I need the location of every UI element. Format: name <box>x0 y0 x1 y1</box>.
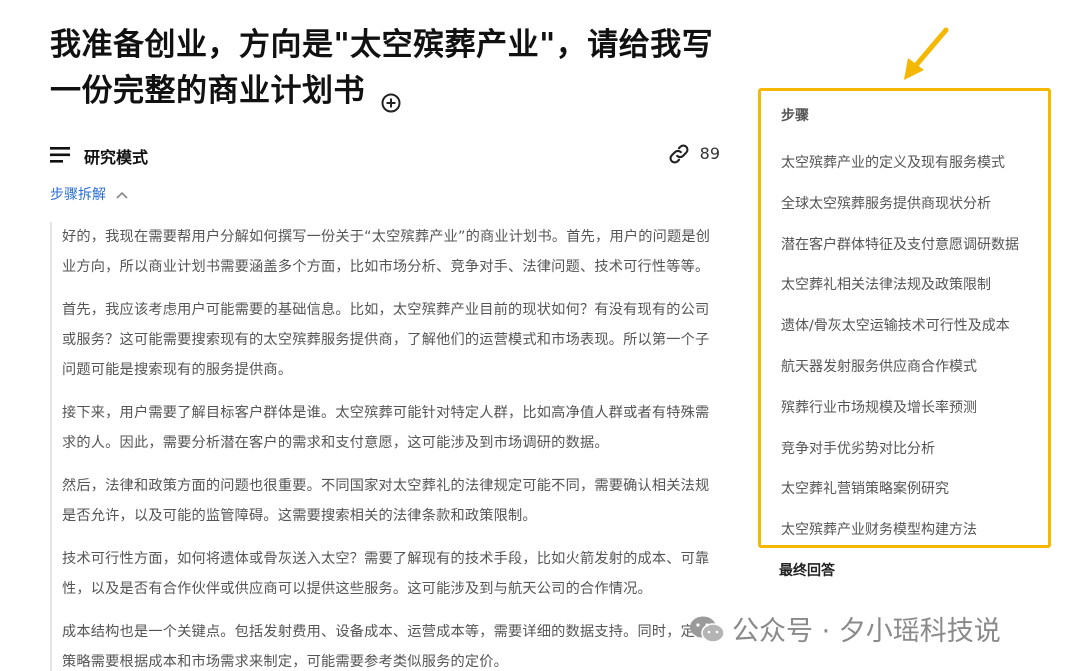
step-item[interactable]: 殡葬行业市场规模及增长率预测 <box>781 398 1019 439</box>
steps-toggle[interactable]: 步骤拆解 <box>50 184 128 204</box>
steps-panel: 步骤 太空殡葬产业的定义及现有服务模式 全球太空殡葬服务提供商现状分析 潜在客户… <box>758 88 1051 548</box>
mode-label: 研究模式 <box>84 148 149 167</box>
step-item[interactable]: 航天器发射服务供应商合作模式 <box>781 357 1019 398</box>
watermark: 公众号 · 夕小瑶科技说 <box>688 609 1001 647</box>
steps-list: 太空殡葬产业的定义及现有服务模式 全球太空殡葬服务提供商现状分析 潜在客户群体特… <box>781 153 1019 561</box>
step-item[interactable]: 太空殡葬产业财务模型构建方法 <box>781 520 1019 561</box>
reasoning-paragraph: 接下来，用户需要了解目标客户群体是谁。太空殡葬可能针对特定人群，比如高净值人群或… <box>62 405 710 451</box>
reasoning-paragraph: 好的，我现在需要帮用户分解如何撰写一份关于“太空殡葬产业”的商业计划书。首先，用… <box>62 229 711 275</box>
steps-toggle-label: 步骤拆解 <box>50 187 106 203</box>
menu-lines-icon <box>50 147 72 163</box>
mode-row: 研究模式 89 <box>50 143 720 167</box>
reasoning-paragraph: 然后，法律和政策方面的问题也很重要。不同国家对太空葬礼的法律规定可能不同，需要确… <box>62 478 710 524</box>
step-item[interactable]: 潜在客户群体特征及支付意愿调研数据 <box>781 235 1019 276</box>
step-item[interactable]: 竞争对手优劣势对比分析 <box>781 439 1019 480</box>
reasoning-content: 好的，我现在需要帮用户分解如何撰写一份关于“太空殡葬产业”的商业计划书。首先，用… <box>50 222 722 671</box>
arrow-icon <box>904 27 949 80</box>
step-item[interactable]: 太空葬礼相关法律法规及政策限制 <box>781 275 1019 316</box>
reasoning-paragraph: 成本结构也是一个关键点。包括发射费用、设备成本、运营成本等，需要详细的数据支持。… <box>62 624 710 670</box>
step-item[interactable]: 太空殡葬产业的定义及现有服务模式 <box>781 153 1019 194</box>
chevron-up-icon <box>116 187 128 199</box>
step-item[interactable]: 太空葬礼营销策略案例研究 <box>781 479 1019 520</box>
page-title: 我准备创业，方向是"太空殡葬产业"，请给我写一份完整的商业计划书 <box>50 22 730 114</box>
plus-circle-icon[interactable] <box>381 80 401 112</box>
steps-header: 步骤 <box>781 108 809 124</box>
link-count: 89 <box>699 144 720 163</box>
step-item[interactable]: 全球太空殡葬服务提供商现状分析 <box>781 194 1019 235</box>
step-item[interactable]: 遗体/骨灰太空运输技术可行性及成本 <box>781 316 1019 357</box>
reasoning-paragraph: 技术可行性方面，如何将遗体或骨灰送入太空？需要了解现有的技术手段，比如火箭发射的… <box>62 551 710 597</box>
link-icon[interactable] <box>668 143 690 165</box>
watermark-text: 公众号 · 夕小瑶科技说 <box>732 616 1001 647</box>
reasoning-paragraph: 首先，我应该考虑用户可能需要的基础信息。比如，太空殡葬产业目前的现状如何？有没有… <box>62 302 710 378</box>
final-answer-label[interactable]: 最终回答 <box>779 560 835 580</box>
wechat-icon <box>688 614 726 646</box>
